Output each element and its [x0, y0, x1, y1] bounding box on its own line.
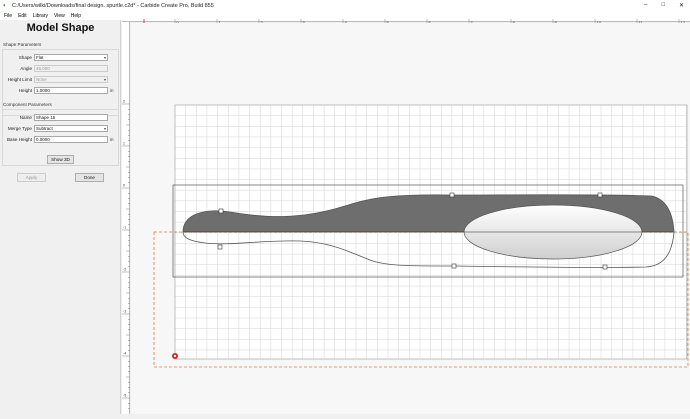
- ruler-label: 0: [123, 184, 125, 188]
- ruler-label: -3: [123, 310, 126, 314]
- ruler-label: -1: [123, 226, 126, 230]
- base-height-unit: in: [110, 137, 114, 142]
- menu-file[interactable]: File: [4, 13, 12, 19]
- merge-type-value: Subtract: [36, 126, 53, 131]
- angle-field: 45.000: [34, 65, 108, 72]
- node-handle[interactable]: [602, 264, 608, 270]
- minimize-icon[interactable]: –: [644, 2, 647, 9]
- vertical-ruler-ticks: 2 1 0 -1 -2 -3 -4 -5: [122, 100, 130, 409]
- window-title: C:/Users/wilki/Downloads/final design. s…: [12, 2, 214, 9]
- menu-library[interactable]: Library: [33, 13, 48, 19]
- done-button[interactable]: Done: [75, 173, 104, 182]
- title-bar: ◐ C:/Users/wilki/Downloads/final design.…: [0, 0, 690, 11]
- height-field-value: 1.0000: [36, 88, 50, 93]
- name-label: Name: [19, 115, 32, 120]
- node-handle[interactable]: [217, 244, 223, 250]
- menu-view[interactable]: View: [54, 13, 65, 19]
- ruler-label: -2: [123, 268, 126, 272]
- node-handle[interactable]: [597, 192, 603, 198]
- node-handle[interactable]: [451, 263, 457, 269]
- ruler-label: 1: [123, 142, 125, 146]
- angle-field-value: 45.000: [36, 66, 50, 71]
- canvas-svg[interactable]: [131, 23, 690, 414]
- window-controls: – □ ✕: [644, 2, 684, 9]
- shape-select-value: Flat: [36, 55, 44, 60]
- chevron-down-icon: ▾: [103, 77, 106, 82]
- apply-button: Apply: [17, 173, 46, 182]
- merge-type-select[interactable]: Subtract ▾: [34, 125, 108, 132]
- menu-help[interactable]: Help: [71, 13, 81, 19]
- vertical-ruler: 2 1 0 -1 -2 -3 -4 -5: [122, 22, 130, 414]
- height-limit-label: Height Limit: [7, 77, 32, 82]
- height-unit: in: [110, 88, 114, 93]
- carbide-logo-icon: ◐: [3, 2, 7, 9]
- base-height-label: Base Height: [6, 137, 32, 142]
- node-handle[interactable]: [218, 208, 224, 214]
- chevron-down-icon: ▾: [103, 55, 106, 60]
- panel-title: Model Shape: [26, 22, 95, 34]
- model-shape-panel: Model Shape Shape Parameters Shape Flat …: [0, 20, 121, 414]
- design-canvas[interactable]: [131, 23, 690, 414]
- name-field[interactable]: Shape 15: [34, 114, 108, 121]
- chevron-down-icon: ▾: [103, 126, 106, 131]
- height-label: Height: [18, 88, 32, 93]
- horizontal-ruler: 0123456789101112: [122, 14, 690, 27]
- shape-select[interactable]: Flat ▾: [34, 54, 108, 61]
- height-field[interactable]: 1.0000: [34, 87, 108, 94]
- ruler-label: 2: [123, 100, 125, 104]
- angle-label: Angle: [20, 66, 32, 71]
- menu-edit[interactable]: Edit: [18, 13, 27, 19]
- height-limit-value: None: [36, 77, 47, 82]
- close-icon[interactable]: ✕: [679, 2, 684, 9]
- base-height-field[interactable]: 0.0000: [34, 136, 108, 143]
- component-parameters-label: Component Parameters: [3, 102, 52, 107]
- show-3d-button[interactable]: Show 3D: [47, 155, 74, 164]
- shape-label: Shape: [18, 55, 32, 60]
- node-handle[interactable]: [449, 192, 455, 198]
- merge-type-label: Merge Type: [7, 126, 32, 131]
- shape-parameters-label: Shape Parameters: [3, 42, 42, 47]
- height-limit-select: None ▾: [34, 76, 108, 83]
- maximize-icon[interactable]: □: [661, 2, 665, 9]
- ruler-label: -5: [123, 394, 126, 398]
- base-height-value: 0.0000: [36, 137, 50, 142]
- name-field-value: Shape 15: [36, 115, 56, 120]
- ruler-label: -4: [123, 352, 126, 356]
- vertical-ruler-svg: 2 1 0 -1 -2 -3 -4 -5: [122, 100, 130, 409]
- origin-center: [173, 354, 177, 358]
